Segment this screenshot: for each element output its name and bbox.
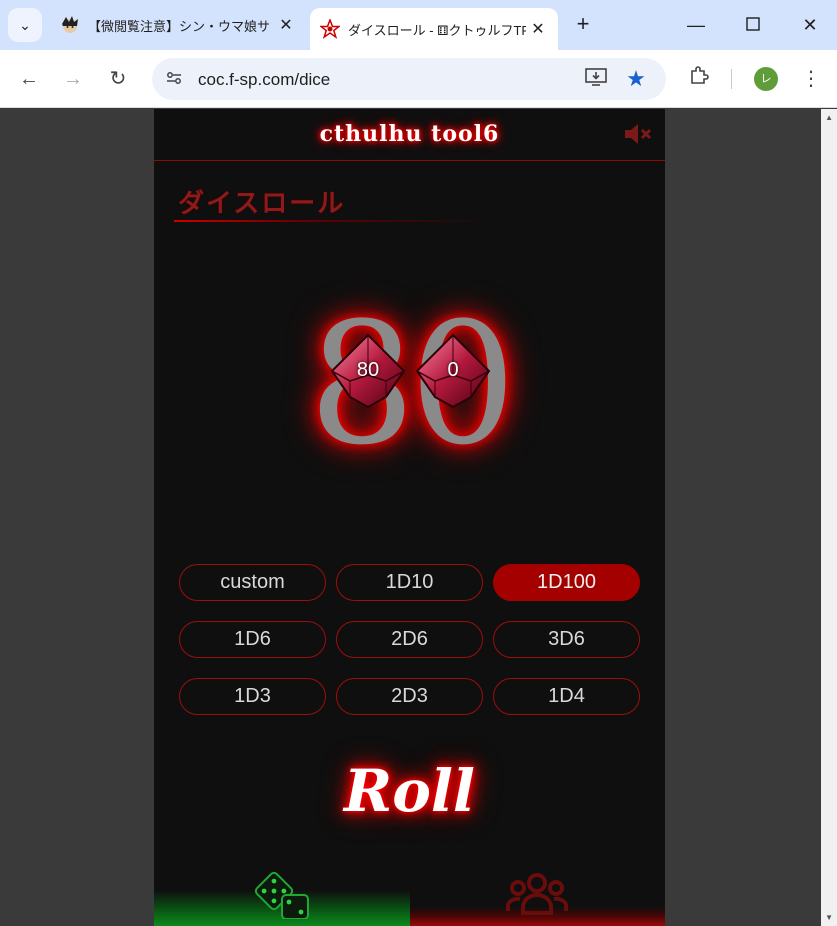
more-vertical-icon: ⋮ [801,68,821,90]
arrow-left-icon: ← [19,68,39,90]
dice-icon [254,871,309,919]
result-number: 80 [308,286,517,482]
scroll-up-icon[interactable]: ▲ [825,113,833,122]
close-window-button[interactable]: ✕ [790,10,830,40]
tab-search-button[interactable]: ⌄ [8,8,42,42]
scroll-down-icon[interactable]: ▼ [825,913,833,922]
reload-icon: ↻ [109,68,127,90]
page-scrollbar[interactable]: ▲ ▼ [821,109,837,926]
tab-title: ダイスロール - ⚅クトゥルフTRPG [348,22,526,38]
site-logo[interactable]: cthulhu tool6 [154,121,665,147]
dice-button-3d6[interactable]: 3D6 [493,621,640,658]
dice-button-2d3[interactable]: 2D3 [336,678,483,715]
roll-button[interactable]: Roll [154,757,665,825]
close-icon[interactable]: ✕ [526,19,550,39]
toolbar-divider [731,69,732,89]
browser-titlebar: ⌄ 【微閲覧注意】シン・ウマ娘サ ✕ ダイスロール - ⚅クトゥルフTRPG ✕… [0,0,837,50]
nav-group-tab[interactable] [410,861,665,926]
minimize-button[interactable]: — [676,10,716,40]
d10-die-ones: 0 [413,331,493,411]
menu-button[interactable]: ⋮ [796,64,826,94]
close-icon[interactable]: ✕ [274,15,298,35]
bottom-nav [154,861,665,926]
forward-button[interactable]: → [58,64,88,94]
users-group-icon [506,873,568,915]
dice-button-1d100[interactable]: 1D100 [493,564,640,601]
chevron-down-icon: ⌄ [19,16,31,33]
extensions-button[interactable] [684,64,714,94]
back-button[interactable]: ← [14,64,44,94]
site-info-icon[interactable] [164,69,184,89]
page-title: ダイスロール [178,188,346,218]
tab-title: 【微閲覧注意】シン・ウマ娘サ [88,18,271,34]
d10-die-tens: 80 [328,331,408,411]
reload-button[interactable]: ↻ [103,64,133,94]
dice-button-1d10[interactable]: 1D10 [336,564,483,601]
dice-button-1d4[interactable]: 1D4 [493,678,640,715]
dice-button-1d6[interactable]: 1D6 [179,621,326,658]
nav-dice-tab[interactable] [154,861,410,926]
address-bar[interactable]: coc.f-sp.com/dice ★ [152,58,666,100]
page-viewport: cthulhu tool6 ダイスロール 80 80 0 custom 1D10… [0,109,837,926]
title-underline [174,220,494,222]
tab-umamusume[interactable]: 【微閲覧注意】シン・ウマ娘サ ✕ [50,8,306,42]
bookmark-star-icon[interactable]: ★ [624,67,648,91]
dice-button-1d3[interactable]: 1D3 [179,678,326,715]
browser-toolbar: ← → ↻ coc.f-sp.com/dice ★ レ ⋮ [0,50,837,108]
die-value: 80 [356,359,380,381]
install-app-icon[interactable] [584,67,608,91]
maximize-icon [746,17,760,31]
dice-app: cthulhu tool6 ダイスロール 80 80 0 custom 1D10… [154,109,665,926]
mute-icon[interactable] [623,121,655,147]
maximize-button[interactable] [733,10,773,40]
dice-button-custom[interactable]: custom [179,564,326,601]
character-favicon-icon [62,16,78,33]
dice-button-2d6[interactable]: 2D6 [336,621,483,658]
red-star-favicon-icon [320,19,340,39]
puzzle-icon [691,66,709,84]
url-text[interactable]: coc.f-sp.com/dice [198,70,330,90]
new-tab-button[interactable]: + [570,12,596,38]
app-header: cthulhu tool6 [154,109,665,161]
profile-avatar[interactable]: レ [754,67,778,91]
arrow-right-icon: → [63,68,83,90]
die-value: 0 [447,359,459,381]
tab-dice-roll[interactable]: ダイスロール - ⚅クトゥルフTRPG ✕ [310,8,558,50]
